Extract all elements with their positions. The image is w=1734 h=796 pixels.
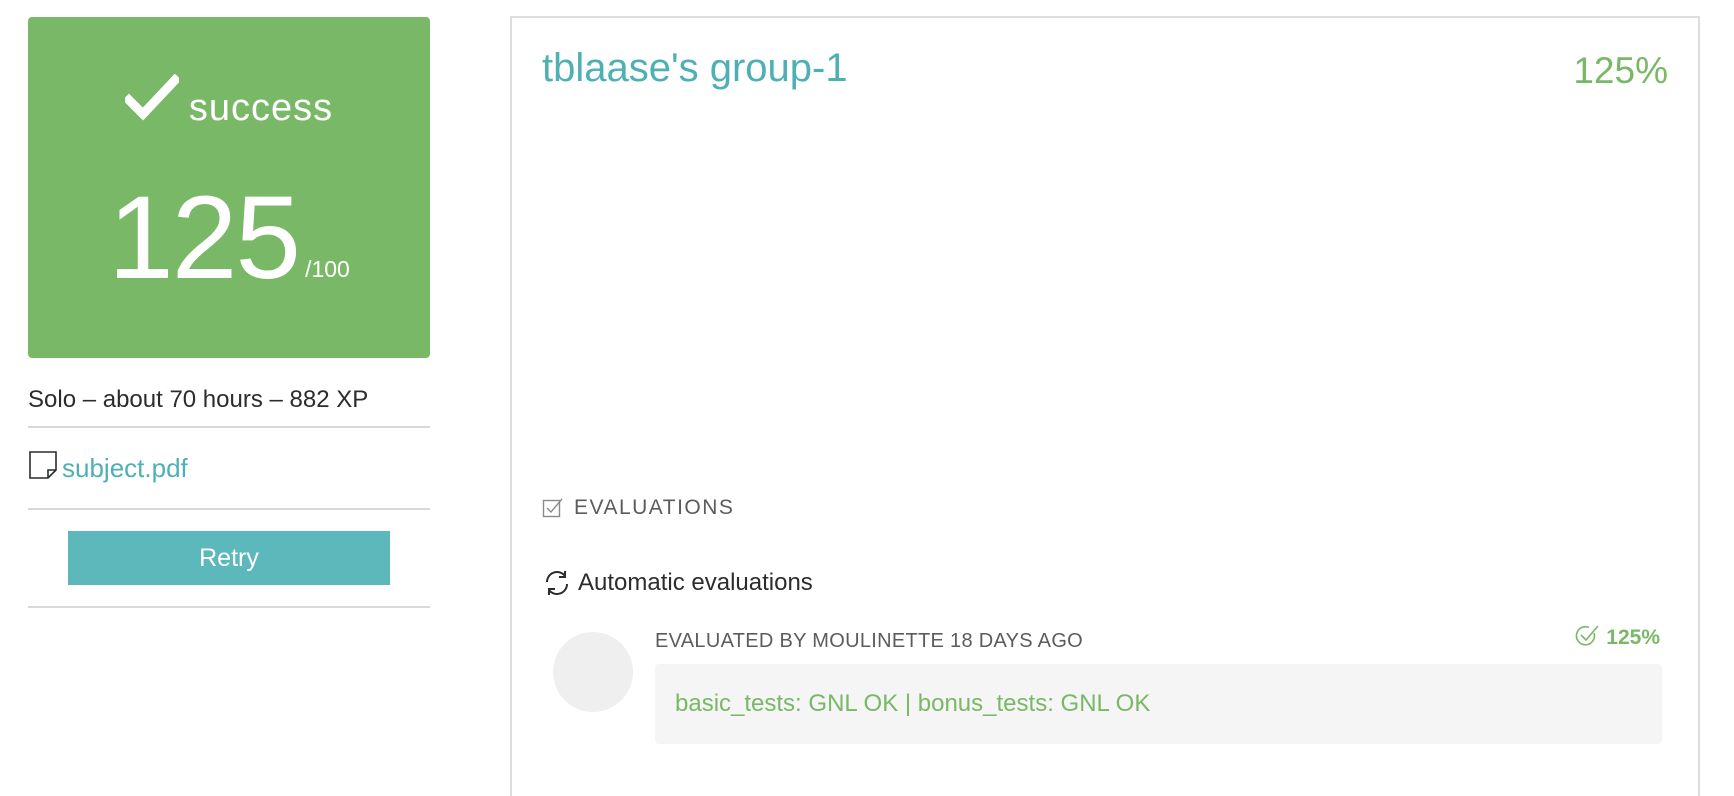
score-card: success 125 /100 xyxy=(28,17,430,358)
evaluation-result-box: basic_tests: GNL OK | bonus_tests: GNL O… xyxy=(655,664,1662,744)
divider xyxy=(28,606,430,608)
automatic-evaluations-row: Automatic evaluations xyxy=(542,568,813,598)
status-label: success xyxy=(188,87,334,129)
subject-pdf-link[interactable]: subject.pdf xyxy=(62,453,188,484)
retry-button[interactable]: Retry xyxy=(68,531,390,585)
team-percent: 125% xyxy=(1573,50,1668,91)
retry-wrap: Retry xyxy=(28,510,430,606)
evaluation-score-value: 125% xyxy=(1606,626,1660,649)
evaluation-score: 125% xyxy=(1574,625,1660,650)
refresh-icon xyxy=(546,571,568,595)
checkmark-icon xyxy=(124,73,179,120)
checkbox-icon xyxy=(542,498,563,518)
evaluation-result: basic_tests: GNL OK | bonus_tests: GNL O… xyxy=(675,690,1151,717)
project-meta: Solo – about 70 hours – 882 XP xyxy=(28,386,369,413)
score-max: /100 xyxy=(305,256,350,282)
document-icon xyxy=(29,451,57,479)
team-name[interactable]: tblaase's group-1 xyxy=(542,46,848,91)
evaluations-header: EVALUATIONS xyxy=(542,496,734,520)
project-sidebar: success 125 /100 Solo – about 70 hours –… xyxy=(28,17,430,608)
team-panel: tblaase's group-1 125% EVALUATIONS Autom… xyxy=(510,16,1700,796)
automatic-evaluations-label: Automatic evaluations xyxy=(578,569,813,596)
avatar xyxy=(553,632,633,712)
score-row: 125 /100 xyxy=(28,179,430,297)
evaluator-line: EVALUATED BY MOULINETTE 18 DAYS AGO xyxy=(655,630,1084,652)
status-row: success xyxy=(28,73,430,130)
evaluations-title: EVALUATIONS xyxy=(574,496,735,519)
score-value: 125 xyxy=(108,172,301,304)
attachment-row: subject.pdf xyxy=(28,428,430,508)
check-circle-icon xyxy=(1575,625,1599,646)
